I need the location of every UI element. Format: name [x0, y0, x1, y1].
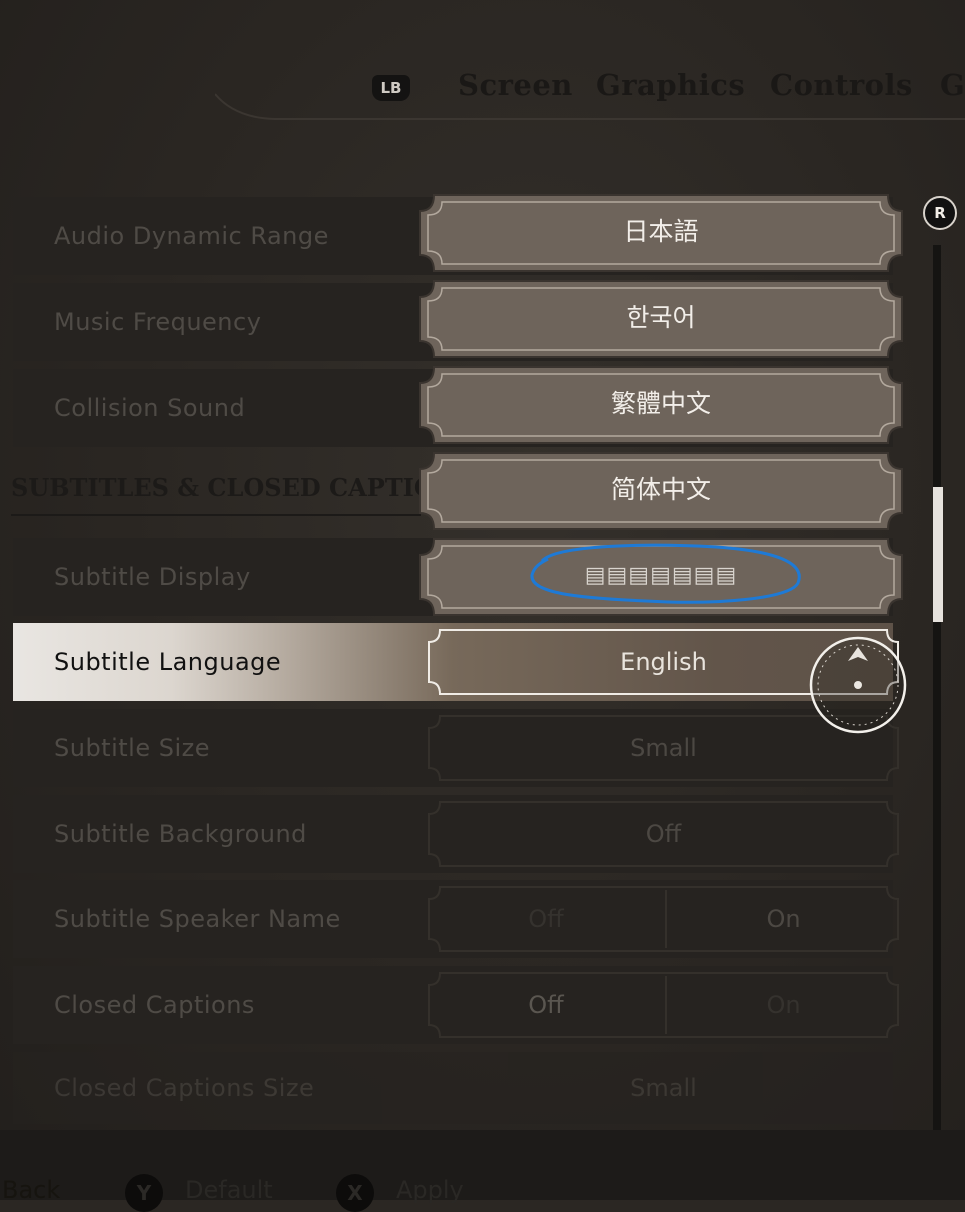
- toggle-off[interactable]: Off: [426, 880, 666, 958]
- tab-underline-ornament: [215, 93, 965, 120]
- toggle-on[interactable]: On: [666, 880, 901, 958]
- section-title: SUBTITLES & CLOSED CAPTION: [11, 473, 457, 502]
- dropdown-option-korean[interactable]: 한국어: [418, 279, 904, 359]
- section-divider: [11, 514, 421, 516]
- row-label: Subtitle Speaker Name: [54, 905, 341, 933]
- dropdown-option-simplified-chinese[interactable]: 简体中文: [418, 451, 904, 531]
- dropdown-option-japanese[interactable]: 日本語: [418, 193, 904, 273]
- row-closed-captions-size[interactable]: Closed Captions Size Small: [13, 1052, 893, 1124]
- row-subtitle-language[interactable]: Subtitle Language English: [13, 623, 899, 701]
- option-label: 日本語: [623, 217, 699, 246]
- footer-bar: Back Y Default X Apply: [0, 1130, 965, 1212]
- row-label: Collision Sound: [54, 394, 246, 422]
- row-label: Subtitle Size: [54, 734, 210, 762]
- toggle-on[interactable]: On: [666, 966, 901, 1044]
- row-label: Subtitle Language: [54, 648, 282, 676]
- scrollbar-thumb[interactable]: [933, 487, 943, 622]
- row-label: Closed Captions Size: [54, 1074, 315, 1102]
- dropdown-option-traditional-chinese[interactable]: 繁體中文: [418, 365, 904, 445]
- row-value[interactable]: Small: [426, 1052, 901, 1130]
- x-button-icon[interactable]: X: [336, 1174, 374, 1212]
- row-closed-captions[interactable]: Closed Captions Off On: [13, 966, 899, 1044]
- row-value[interactable]: Off: [426, 795, 901, 873]
- option-label: 한국어: [626, 303, 696, 332]
- blue-highlight-circle: [530, 543, 801, 604]
- right-stick-icon[interactable]: R: [923, 196, 957, 230]
- row-subtitle-background[interactable]: Subtitle Background Off: [13, 795, 899, 873]
- row-label: Subtitle Display: [54, 563, 251, 591]
- row-label: Closed Captions: [54, 991, 255, 1019]
- dropdown-option-unrendered-language[interactable]: ▤▤▤▤▤▤▤: [418, 537, 904, 617]
- row-label: Audio Dynamic Range: [54, 222, 329, 250]
- y-button-icon[interactable]: Y: [125, 1174, 163, 1212]
- cursor-reticle-icon: [809, 636, 907, 734]
- row-subtitle-size[interactable]: Subtitle Size Small: [13, 709, 899, 787]
- toggle-off[interactable]: Off: [426, 966, 666, 1044]
- scrollbar-track[interactable]: [933, 245, 941, 1130]
- option-label: 繁體中文: [610, 389, 711, 418]
- row-label: Music Frequency: [54, 308, 262, 336]
- option-label: 简体中文: [610, 475, 711, 504]
- row-subtitle-speaker-name[interactable]: Subtitle Speaker Name Off On: [13, 880, 899, 958]
- row-label: Subtitle Background: [54, 820, 307, 848]
